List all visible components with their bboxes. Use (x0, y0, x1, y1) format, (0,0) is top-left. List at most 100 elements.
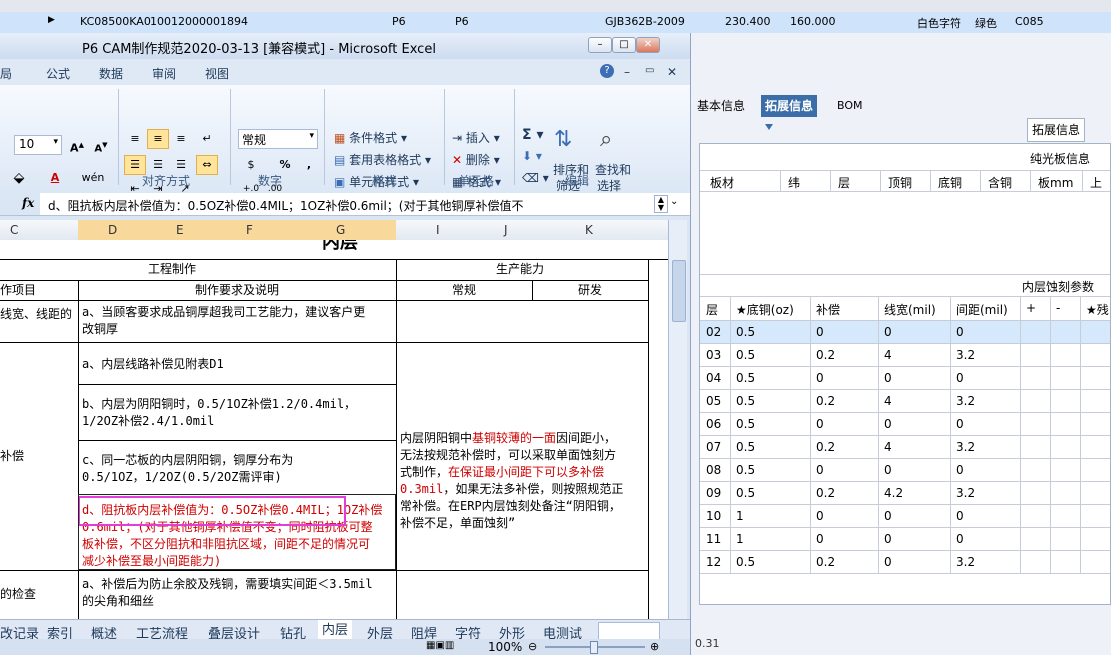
col-g[interactable]: G (336, 223, 345, 237)
formula-input[interactable]: d、阻抗板内层补偿值为：0.5OZ补偿0.4MIL；1OZ补偿0.6mil；(对… (48, 197, 523, 214)
etch-cell: 0 (884, 463, 892, 477)
number-format-select[interactable]: 常规 ▾ (238, 129, 318, 149)
formula-scroll-icon[interactable]: ▲ ▼ (654, 195, 668, 213)
col-f[interactable]: F (246, 223, 253, 237)
zoom-in-icon[interactable]: ⊕ (650, 640, 659, 653)
col-e[interactable]: E (176, 223, 184, 237)
expand-formula-icon[interactable]: ⌄ (670, 196, 678, 207)
align-middle-icon[interactable]: ≡ (147, 129, 169, 149)
header-requirement: 制作要求及说明 (195, 283, 280, 297)
zoom-slider-thumb[interactable] (590, 641, 598, 654)
separator (444, 89, 445, 185)
tab-view[interactable]: 视图 (205, 65, 229, 82)
etch-row[interactable]: 07 0.5 0.2 4 3.2 (700, 436, 1110, 459)
header-item: 作项目 (0, 283, 37, 297)
header-rd: 研发 (578, 283, 603, 297)
col-d[interactable]: D (108, 223, 117, 237)
sheet-partial-title: 内层 (322, 240, 358, 253)
etch-row[interactable]: 08 0.5 0 0 0 (700, 459, 1110, 482)
ribbon-restore-icon[interactable]: ▭ (645, 65, 654, 76)
align-bottom-icon[interactable]: ≡ (170, 129, 192, 149)
close-icon[interactable]: ✕ (636, 37, 660, 53)
etch-cell: 08 (706, 463, 722, 477)
font-size-select[interactable]: 10 ▾ (14, 135, 62, 155)
phonetic-icon[interactable]: wén (78, 168, 108, 188)
tab-layout[interactable]: 局 (0, 65, 12, 82)
delete-button[interactable]: ✕ 删除 ▾ (452, 151, 500, 168)
separator (514, 89, 515, 185)
merge-center-icon[interactable]: ⇔ (196, 155, 218, 175)
req-e-line2: 的尖角和细丝 (82, 594, 155, 608)
delete-icon: ✕ (452, 153, 463, 167)
prod-note-line5: 常补偿。在ERP内层蚀刻处备注“阴阳铜， (400, 499, 621, 513)
conditional-format-icon: ▦ (334, 131, 346, 145)
shrink-font-icon[interactable]: A▼ (90, 135, 112, 155)
autosum-icon[interactable]: Σ ▾ (522, 127, 543, 143)
scroll-thumb[interactable] (672, 260, 686, 322)
ribbon-close-icon[interactable]: ✕ (667, 65, 677, 79)
etch-cell: 0.5 (736, 348, 756, 362)
subtab-extended-info[interactable]: 拓展信息 (1027, 118, 1086, 142)
etch-cell: 06 (706, 417, 722, 431)
etch-row[interactable]: 04 0.5 0 0 0 (700, 367, 1110, 390)
etch-row[interactable]: 06 0.5 0 0 0 (700, 413, 1110, 436)
minimize-icon[interactable]: – (588, 37, 612, 53)
vertical-scrollbar[interactable] (668, 220, 687, 650)
comma-icon[interactable]: , (298, 155, 320, 175)
view-normal-icon[interactable]: ▦▣▥ (426, 640, 454, 651)
etch-cell: 0 (956, 325, 964, 339)
help-icon[interactable]: ? (600, 64, 614, 78)
table-format-button[interactable]: ▤ 套用表格格式 ▾ (334, 151, 431, 168)
col-k[interactable]: K (585, 223, 593, 237)
grow-font-icon[interactable]: A▲ (66, 135, 88, 155)
col-c[interactable]: C (10, 223, 18, 237)
fx-icon[interactable]: fx (22, 196, 34, 210)
horizontal-scrollbar[interactable] (598, 622, 660, 640)
chevron-down-icon: ▾ (53, 137, 58, 147)
etch-cell: 0 (884, 509, 892, 523)
tab-bom[interactable]: BOM (833, 95, 867, 117)
ribbon-minimize-icon[interactable]: – (624, 65, 630, 79)
fill-icon[interactable]: ⬇ ▾ (522, 149, 542, 163)
col-j[interactable]: J (504, 223, 508, 237)
etch-row[interactable]: 09 0.5 0.2 4.2 3.2 (700, 482, 1110, 505)
panel-body: 纯光板信息 板材 纬 层 顶铜 底铜 含铜 板mm 上 内层蚀刻参数 层 ★底铜… (699, 143, 1111, 605)
zoom-out-icon[interactable]: ⊖ (528, 640, 537, 653)
top-grid-selected-row[interactable]: ▶ KC08500KA0 10012000001894 P6 P6 GJB362… (0, 12, 1111, 33)
tab-extended-info[interactable]: 拓展信息 (761, 95, 818, 117)
conditional-format-button[interactable]: ▦ 条件格式 ▾ (334, 129, 407, 146)
etch-row[interactable]: 02 0.5 0 0 0 (700, 321, 1110, 344)
fill-color-icon[interactable]: ⬙ (8, 168, 30, 188)
clear-icon[interactable]: ⌫ ▾ (522, 171, 549, 185)
binoculars-icon[interactable]: ⌕ (600, 127, 612, 152)
tab-review[interactable]: 审阅 (152, 65, 176, 82)
group-label-number: 数字 (258, 174, 283, 188)
etch-cell: 1 (736, 509, 744, 523)
col-i[interactable]: I (436, 223, 440, 237)
sort-filter-icon[interactable]: ⇅ (554, 127, 572, 152)
etch-row[interactable]: 11 1 0 0 0 (700, 528, 1110, 551)
tab-basic-info[interactable]: 基本信息 (693, 95, 749, 117)
worksheet[interactable]: 内层 工程制作 生产能力 作项目 制作要求及说明 常规 研发 线宽、线距的 a、… (0, 240, 668, 650)
tab-formulas[interactable]: 公式 (46, 65, 70, 82)
font-color-icon[interactable]: A (44, 168, 66, 188)
row-code: KC08500KA0 (80, 15, 151, 28)
wrap-text-icon[interactable]: ↵ (196, 129, 218, 149)
prod-note-line6: 补偿不足，单面蚀刻” (400, 516, 516, 530)
align-top-icon[interactable]: ≡ (124, 129, 146, 149)
req-b-line2: 1/2OZ补偿2.4/1.0mil (82, 414, 215, 428)
etch-row[interactable]: 10 1 0 0 0 (700, 505, 1110, 528)
etch-row[interactable]: 12 0.5 0.2 0 3.2 (700, 551, 1110, 574)
etch-cell: 0 (816, 532, 824, 546)
etch-cell: 4.2 (884, 486, 904, 500)
header-normal: 常规 (452, 283, 477, 297)
etch-col-bottom-cu: ★底铜(oz) (736, 303, 794, 317)
find-select-label-1[interactable]: 查找和 (595, 161, 631, 178)
insert-button[interactable]: ⇥ 插入 ▾ (452, 129, 500, 146)
tab-data[interactable]: 数据 (99, 65, 123, 82)
maximize-icon[interactable]: □ (612, 37, 636, 53)
find-select-label-2[interactable]: 选择 (597, 177, 621, 194)
etch-row[interactable]: 05 0.5 0.2 4 3.2 (700, 390, 1110, 413)
etch-row[interactable]: 03 0.5 0.2 4 3.2 (700, 344, 1110, 367)
etch-cell: 0 (956, 509, 964, 523)
